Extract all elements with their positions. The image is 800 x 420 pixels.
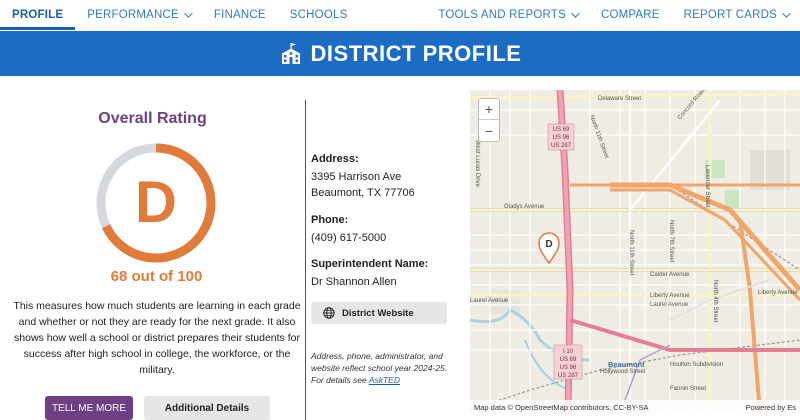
street-label: North 11th Street xyxy=(588,115,609,160)
rating-score: 68 out of 100 xyxy=(110,268,203,285)
website-button-label: District Website xyxy=(342,307,414,319)
street-label: Houlton Subdivision xyxy=(670,362,723,368)
school-building-icon xyxy=(281,42,300,64)
street-label: North 4th Street xyxy=(712,280,718,323)
chevron-down-icon xyxy=(782,9,791,18)
district-map[interactable]: US 69 US 96 US 287 I 10 US 69 US 96 US 2… xyxy=(470,90,800,414)
nav-label: PROFILE xyxy=(12,9,64,21)
district-info: Address: 3395 Harrison Ave Beaumont, TX … xyxy=(311,90,461,420)
street-label: Laurel Avenue xyxy=(470,298,509,304)
shield-label: US 69 xyxy=(560,357,577,363)
phone-value: (409) 617-5000 xyxy=(311,232,387,244)
nav-label: FINANCE xyxy=(213,9,266,21)
shield-label: US 287 xyxy=(558,373,579,379)
additional-details-button[interactable]: Additional Details xyxy=(144,396,270,420)
superintendent-label: Superintendent Name: xyxy=(311,258,429,270)
street-label: Liberty Avenue xyxy=(650,293,690,299)
street-label: Laurel Avenue xyxy=(650,302,689,308)
nav-performance[interactable]: PERFORMANCE xyxy=(75,0,202,30)
rating-grade: D xyxy=(135,170,177,235)
nav-profile[interactable]: PROFILE xyxy=(0,0,76,30)
street-label: Hollywood Street xyxy=(600,369,646,375)
nav-report-cards[interactable]: REPORT CARDS xyxy=(672,0,800,30)
map-attribution: Map data © OpenStreetMap contributors, C… xyxy=(470,400,800,414)
street-label: Liberty Avenue xyxy=(758,290,798,296)
page-banner: DISTRICT PROFILE xyxy=(0,31,800,76)
zoom-out-button[interactable]: − xyxy=(479,120,499,141)
rating-title: Overall Rating xyxy=(98,110,207,127)
address-line2: Beaumont, TX 77706 xyxy=(311,187,415,199)
superintendent-value: Dr Shannon Allen xyxy=(311,276,397,288)
shield-label: US 96 xyxy=(560,365,577,371)
phone-label: Phone: xyxy=(311,214,349,226)
marker-label: D xyxy=(545,239,552,250)
info-note: Address, phone, administrator, and websi… xyxy=(311,350,457,386)
street-label: Delaware Street xyxy=(598,96,641,102)
street-label: Lavender Street xyxy=(704,165,710,208)
nav-label: PERFORMANCE xyxy=(87,9,179,21)
city-label: Beaumont xyxy=(608,360,645,369)
street-label: Fannin Street xyxy=(670,386,706,392)
map-zoom-controls: + − xyxy=(478,98,500,142)
shield-label: US 69 xyxy=(553,127,570,133)
chevron-down-icon xyxy=(571,9,580,18)
page-title: DISTRICT PROFILE xyxy=(310,40,522,66)
globe-icon xyxy=(323,307,335,319)
district-marker[interactable]: D xyxy=(538,232,560,265)
rating-gauge: D xyxy=(96,143,216,263)
nav-tools-and-reports[interactable]: TOOLS AND REPORTS xyxy=(426,0,589,30)
top-nav: PROFILE PERFORMANCE FINANCE SCHOOLS TOOL… xyxy=(0,0,800,30)
nav-label: TOOLS AND REPORTS xyxy=(438,9,566,21)
highway-shield-south: I 10 US 69 US 96 US 287 xyxy=(553,344,583,380)
nav-compare[interactable]: COMPARE xyxy=(589,0,672,30)
highway-shield-north: US 69 US 96 US 287 xyxy=(547,123,575,151)
nav-label: SCHOOLS xyxy=(289,9,348,21)
nav-label: REPORT CARDS xyxy=(683,9,777,21)
district-website-button[interactable]: District Website xyxy=(311,302,447,324)
nav-schools[interactable]: SCHOOLS xyxy=(278,0,360,30)
nav-label: COMPARE xyxy=(600,9,660,21)
street-label: Gladys Avenue xyxy=(504,204,545,210)
zoom-in-button[interactable]: + xyxy=(479,99,499,120)
chevron-down-icon xyxy=(184,9,193,18)
nav-finance[interactable]: FINANCE xyxy=(202,0,278,30)
shield-label: US 96 xyxy=(553,135,570,141)
tell-me-more-button[interactable]: TELL ME MORE xyxy=(45,396,133,420)
street-label: North 11th Street xyxy=(628,230,634,276)
shield-label: I 10 xyxy=(563,349,574,355)
address-label: Address: xyxy=(311,153,359,165)
street-label: West Lucas Drive xyxy=(474,140,480,188)
powered-by-text: Powered by Es xyxy=(745,402,796,412)
shield-label: US 287 xyxy=(551,143,572,149)
column-divider xyxy=(305,100,306,420)
street-label: North 7th Street xyxy=(668,220,674,263)
address-line1: 3395 Harrison Ave xyxy=(311,171,402,183)
map-canvas: US 69 US 96 US 287 I 10 US 69 US 96 US 2… xyxy=(470,90,800,414)
street-label: Calder Avenue xyxy=(650,272,690,278)
overall-rating-panel: Overall Rating D 68 out of 100 This meas… xyxy=(0,90,305,420)
attribution-text: Map data © OpenStreetMap contributors, C… xyxy=(474,402,649,412)
rating-description: This measures how much students are lear… xyxy=(13,300,301,376)
askted-link[interactable]: AskTED xyxy=(369,375,400,385)
